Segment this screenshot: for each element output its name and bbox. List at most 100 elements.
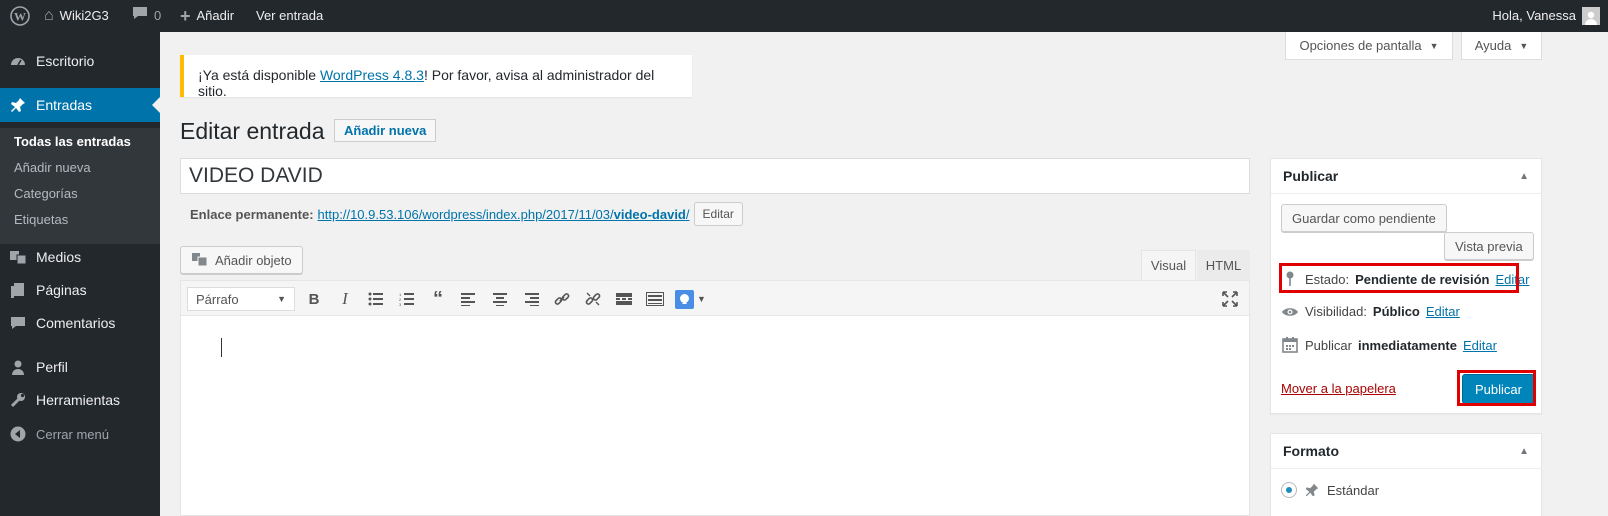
schedule-edit-link[interactable]: Editar: [1463, 338, 1497, 353]
link-icon[interactable]: [551, 288, 573, 310]
radio-dot: [1286, 487, 1292, 493]
eye-icon: [1281, 306, 1299, 318]
pages-icon: [0, 281, 36, 299]
menu-tools[interactable]: Herramientas: [0, 383, 160, 417]
add-media-label: Añadir objeto: [215, 252, 292, 268]
collapse-arrow-icon[interactable]: ▲: [1519, 171, 1529, 182]
publish-button[interactable]: Publicar: [1462, 374, 1535, 404]
save-pending-button[interactable]: Guardar como pendiente: [1281, 204, 1447, 232]
blockquote-icon[interactable]: “: [427, 288, 449, 310]
menu-pages[interactable]: Páginas: [0, 273, 160, 307]
calendar-icon: [1281, 337, 1299, 353]
menu-dashboard[interactable]: Escritorio: [0, 44, 160, 78]
italic-icon[interactable]: I: [334, 288, 356, 310]
screen-options-button[interactable]: Opciones de pantalla ▼: [1285, 32, 1453, 60]
align-right-icon[interactable]: [520, 288, 542, 310]
comment-icon: [132, 0, 148, 32]
fullscreen-icon[interactable]: [1219, 288, 1241, 310]
help-label: Ayuda: [1474, 38, 1512, 53]
submenu-all-posts[interactable]: Todas las entradas: [14, 134, 131, 149]
submenu-add-new[interactable]: Añadir nueva: [14, 160, 91, 175]
view-label: Ver entrada: [256, 8, 324, 23]
read-more-icon[interactable]: [613, 288, 635, 310]
caret-down-icon: ▼: [1429, 40, 1439, 51]
move-to-trash-link[interactable]: Mover a la papelera: [1281, 381, 1396, 396]
radio-checked-icon[interactable]: [1281, 482, 1297, 498]
page-title: Editar entrada: [180, 118, 325, 144]
menu-comments[interactable]: Comentarios: [0, 306, 160, 340]
new-label: Añadir: [196, 8, 235, 23]
permalink-edit-button[interactable]: Editar: [693, 202, 743, 226]
notice-prefix: ¡Ya está disponible: [198, 67, 320, 83]
pin-icon: [1281, 271, 1299, 287]
caret-down-icon: ▼: [277, 294, 286, 304]
editor-toolbar: Párrafo ▼ B I 123 “ ▼: [180, 280, 1250, 316]
dashboard-icon: [0, 52, 36, 70]
menu-profile[interactable]: Perfil: [0, 350, 160, 384]
editor-content-area[interactable]: [180, 316, 1250, 516]
wrench-icon: [0, 391, 36, 409]
admin-bar: W ⌂ Wiki2G3 0 + Añadir Ver entrada Hola,…: [0, 0, 1608, 32]
format-select-value: Párrafo: [196, 291, 239, 307]
notice-link[interactable]: WordPress 4.8.3: [320, 67, 424, 83]
menu-collapse[interactable]: Cerrar menú: [0, 417, 160, 451]
text-cursor: [221, 338, 222, 357]
new-content-link[interactable]: + Añadir: [180, 0, 234, 32]
menu-media[interactable]: Medios: [0, 240, 160, 274]
post-title-value: VIDEO DAVID: [189, 164, 323, 187]
permalink-link[interactable]: http://10.9.53.106/wordpress/index.php/2…: [318, 207, 690, 222]
bullet-list-icon[interactable]: [365, 288, 387, 310]
submenu-tags[interactable]: Etiquetas: [14, 212, 68, 227]
pushpin-icon: [1303, 482, 1321, 498]
tab-html-label: HTML: [1205, 257, 1242, 273]
pushpin-icon: [0, 96, 36, 114]
add-new-button[interactable]: Añadir nueva: [334, 119, 437, 142]
tab-visual-label: Visual: [1150, 258, 1187, 273]
status-label: Estado:: [1305, 271, 1350, 287]
format-option-standard[interactable]: Estándar: [1281, 482, 1379, 498]
my-account-link[interactable]: Hola, Vanessa: [1492, 0, 1600, 32]
plugin-dropdown[interactable]: ▼: [675, 288, 711, 310]
site-name-link[interactable]: ⌂ Wiki2G3: [44, 0, 109, 32]
visibility-row: Visibilidad: Público Editar: [1281, 304, 1460, 319]
avatar: [1582, 7, 1600, 25]
permalink-row: Enlace permanente: http://10.9.53.106/wo…: [190, 202, 743, 226]
submenu-categories[interactable]: Categorías: [14, 186, 78, 201]
collapse-arrow-icon[interactable]: ▲: [1519, 446, 1529, 457]
comments-link[interactable]: 0: [132, 0, 161, 32]
wordpress-logo-icon[interactable]: W: [10, 0, 30, 32]
publish-box-title: Publicar: [1283, 168, 1339, 184]
format-box-title: Formato: [1283, 443, 1339, 459]
format-select[interactable]: Párrafo ▼: [187, 287, 295, 311]
align-center-icon[interactable]: [489, 288, 511, 310]
unlink-icon[interactable]: [582, 288, 604, 310]
caret-down-icon: ▼: [1519, 40, 1529, 51]
menu-comments-label: Comentarios: [36, 315, 116, 331]
toolbar-toggle-icon[interactable]: [644, 288, 666, 310]
svg-text:W: W: [14, 10, 26, 24]
permalink-base: http://10.9.53.106/wordpress/index.php/2…: [317, 206, 614, 222]
tab-visual[interactable]: Visual: [1141, 250, 1196, 280]
preview-button[interactable]: Vista previa: [1444, 232, 1534, 260]
add-media-button[interactable]: Añadir objeto: [180, 246, 303, 274]
divider: [1271, 193, 1541, 194]
visibility-edit-link[interactable]: Editar: [1426, 304, 1460, 319]
numbered-list-icon[interactable]: 123: [396, 288, 418, 310]
help-button[interactable]: Ayuda ▼: [1461, 32, 1542, 60]
bold-icon[interactable]: B: [303, 288, 325, 310]
tab-html[interactable]: HTML: [1197, 250, 1250, 280]
align-left-icon[interactable]: [458, 288, 480, 310]
view-post-link[interactable]: Ver entrada: [256, 0, 323, 32]
status-value: Pendiente de revisión: [1355, 271, 1490, 287]
permalink-trail: /: [685, 206, 690, 222]
menu-posts[interactable]: Entradas: [0, 88, 160, 122]
plus-icon: +: [180, 6, 191, 26]
format-standard-label: Estándar: [1327, 482, 1380, 498]
screen-options-label: Opciones de pantalla: [1299, 38, 1422, 53]
menu-posts-label: Entradas: [36, 97, 93, 113]
divider: [1271, 468, 1541, 469]
plugin-icon: [675, 289, 694, 309]
post-title-input[interactable]: VIDEO DAVID: [180, 158, 1250, 194]
status-edit-link[interactable]: Editar: [1495, 272, 1529, 287]
format-box: Formato ▲ Estándar: [1270, 433, 1542, 516]
